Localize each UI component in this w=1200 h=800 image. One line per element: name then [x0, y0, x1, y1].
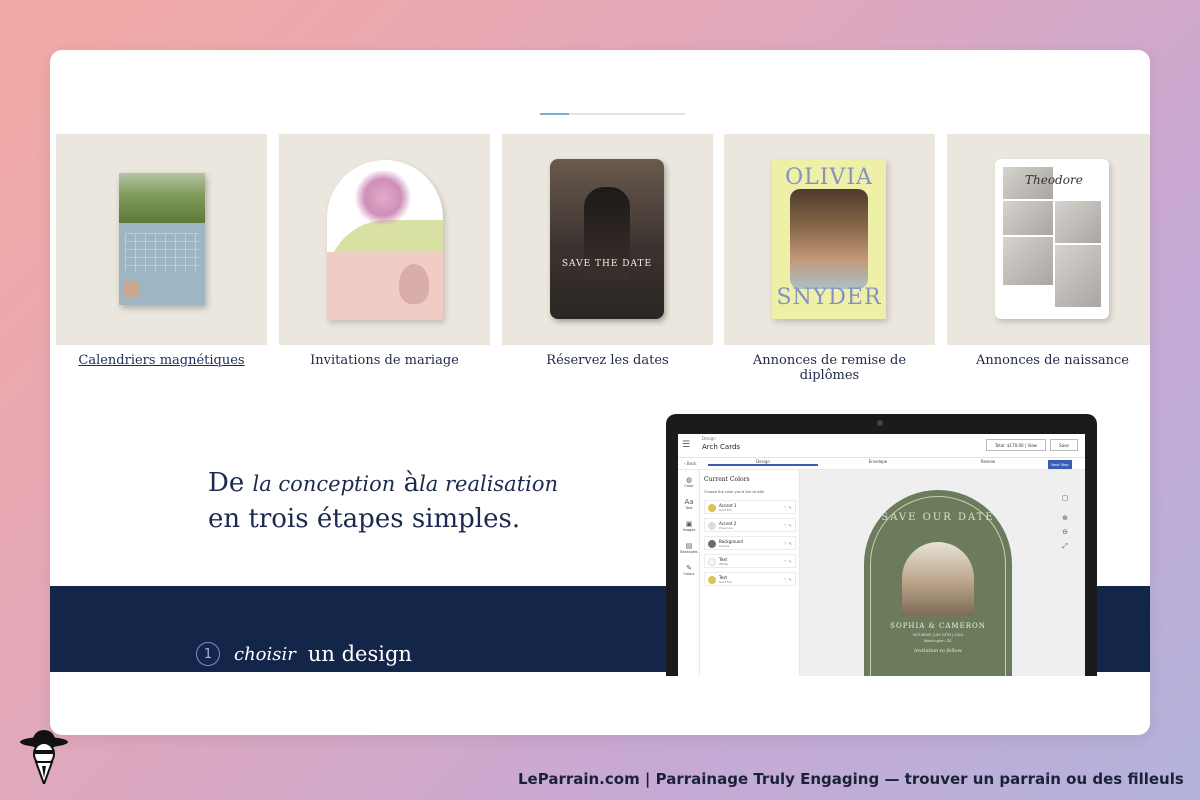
product-label-graduation[interactable]: Annonces de remise de diplômes	[724, 353, 935, 383]
color-swatch	[708, 504, 716, 512]
carousel-progress-fill	[540, 113, 569, 115]
tab-design[interactable]: Design	[708, 459, 818, 466]
colors-panel: Current Colors Choose the color you'd li…	[700, 470, 800, 676]
next-step-button[interactable]: Next Step	[1048, 460, 1072, 469]
preview-icon[interactable]: ▢	[1058, 494, 1072, 502]
product-tile-wedding-invitations[interactable]	[279, 134, 490, 345]
tab-envelope[interactable]: Envelope	[823, 459, 933, 464]
product-tile-calendars[interactable]	[56, 134, 267, 345]
color-swatch	[708, 540, 716, 548]
product-label-save-the-dates[interactable]: Réservez les dates	[502, 353, 713, 368]
color-row[interactable]: Accent 2 Pinecone ♡ ✎	[704, 518, 796, 532]
product-tile-birth[interactable]: Theodore	[947, 134, 1150, 345]
editor-steps: ‹ Back Design Envelope Review Next Step	[678, 458, 1085, 470]
edit-icon: ♡ ✎	[783, 577, 792, 582]
color-swatch	[708, 558, 716, 566]
footer-caption: LeParrain.com | Parrainage Truly Engagin…	[518, 770, 1184, 788]
editor-rail: ◍ Color Aa Text ▣ Images ▤ Backsides ✎ Colors	[678, 470, 700, 676]
laptop-mockup: ☰ Design Arch Cards Total: $170.00 | Vie…	[666, 414, 1097, 676]
leparrain-logo-icon	[20, 730, 68, 784]
back-link[interactable]: ‹ Back	[684, 461, 697, 466]
rail-color[interactable]: ◍ Color	[678, 476, 700, 488]
edit-icon: ♡ ✎	[783, 541, 792, 546]
image-icon: ▣	[685, 520, 693, 528]
fullscreen-icon[interactable]: ⤢	[1058, 542, 1072, 551]
step-number: 1	[196, 642, 220, 666]
zoom-in-icon[interactable]: ⊕	[1058, 514, 1072, 522]
step-script: choisir	[234, 643, 296, 665]
product-label-birth[interactable]: Annonces de naissance	[947, 353, 1150, 368]
color-row[interactable]: Text Gold Foil ♡ ✎	[704, 572, 796, 586]
rail-text[interactable]: Aa Text	[678, 498, 700, 510]
editor-title: Arch Cards	[702, 443, 741, 451]
hamburger-icon[interactable]: ☰	[682, 440, 690, 450]
backside-icon: ▤	[685, 542, 693, 550]
color-row[interactable]: Text White ♡ ✎	[704, 554, 796, 568]
calendar-image	[119, 173, 205, 305]
brush-icon: ✎	[686, 564, 692, 572]
color-swatch	[708, 522, 716, 530]
editor-screen: ☰ Design Arch Cards Total: $170.00 | Vie…	[678, 434, 1085, 676]
zoom-out-icon[interactable]: ⊖	[1058, 528, 1072, 536]
tab-review[interactable]: Review	[933, 459, 1043, 464]
color-row[interactable]: Background Cactus ♡ ✎	[704, 536, 796, 550]
text-icon: Aa	[684, 498, 694, 506]
rail-images[interactable]: ▣ Images	[678, 520, 700, 532]
edit-icon: ♡ ✎	[783, 505, 792, 510]
edit-icon: ♡ ✎	[783, 559, 792, 564]
content-card: Calendriers magnétiques Invitations de m…	[50, 50, 1150, 735]
rail-backsides[interactable]: ▤ Backsides	[678, 542, 700, 554]
edit-icon: ♡ ✎	[783, 523, 792, 528]
graduation-image: OLIVIA SNYDER	[772, 159, 886, 319]
save-the-date-image: SAVE THE DATE	[550, 159, 664, 319]
palette-icon: ◍	[685, 476, 693, 484]
camera-icon	[877, 420, 883, 426]
save-button[interactable]: Save	[1050, 439, 1078, 451]
birth-announcement-image: Theodore	[995, 159, 1109, 319]
design-canvas[interactable]: SAVE OUR DATE SOPHIA & CAMERON SATURDAY,…	[800, 470, 1085, 676]
product-tile-save-the-dates[interactable]: SAVE THE DATE	[502, 134, 713, 345]
step-text: un design	[307, 642, 412, 666]
section-heading-line2: en trois étapes simples.	[208, 504, 521, 534]
product-label-calendars[interactable]: Calendriers magnétiques	[56, 353, 267, 368]
section-heading-line1: De la conception àla realisation	[208, 468, 559, 498]
rail-colors[interactable]: ✎ Colors	[678, 564, 700, 576]
editor-header: ☰ Design Arch Cards Total: $170.00 | Vie…	[678, 434, 1085, 458]
step-1: 1 choisir un design	[196, 642, 412, 666]
color-row[interactable]: Accent 1 Gold Foil ♡ ✎	[704, 500, 796, 514]
arch-card-preview: SAVE OUR DATE SOPHIA & CAMERON SATURDAY,…	[864, 490, 1012, 676]
color-swatch	[708, 576, 716, 584]
product-label-wedding-invitations[interactable]: Invitations de mariage	[279, 353, 490, 368]
wedding-invitation-image	[327, 160, 443, 320]
product-tile-graduation[interactable]: OLIVIA SNYDER	[724, 134, 935, 345]
carousel-progress[interactable]	[540, 113, 685, 115]
total-price: Total: $170.00 | View	[986, 439, 1046, 451]
